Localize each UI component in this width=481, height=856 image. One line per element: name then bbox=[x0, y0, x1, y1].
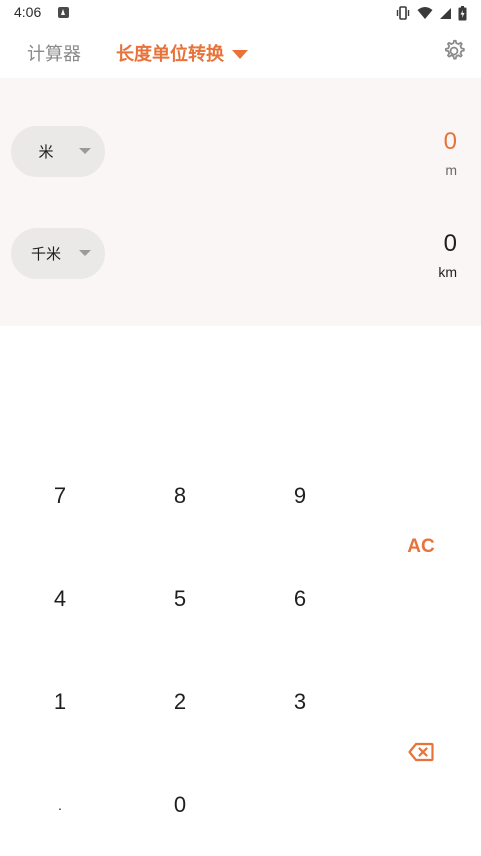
clear-button[interactable]: AC bbox=[381, 517, 461, 577]
key-7[interactable]: 7 bbox=[20, 466, 100, 526]
tab-length-converter-label: 长度单位转换 bbox=[116, 44, 224, 65]
backspace-button[interactable] bbox=[381, 722, 461, 782]
key-4[interactable]: 4 bbox=[20, 569, 100, 629]
to-value[interactable]: 0 bbox=[444, 230, 457, 258]
vibrate-icon bbox=[396, 6, 410, 20]
dropdown-arrow-icon bbox=[79, 148, 91, 154]
to-unit-label: 千米 bbox=[30, 245, 61, 263]
key-2[interactable]: 2 bbox=[140, 672, 220, 732]
status-time: 4:06 bbox=[14, 4, 42, 20]
key-8[interactable]: 8 bbox=[140, 466, 220, 526]
from-unit-abbr: m bbox=[445, 162, 457, 178]
status-icons bbox=[395, 4, 467, 22]
signal-icon bbox=[440, 7, 451, 19]
tab-calculator[interactable]: 计算器 bbox=[27, 40, 81, 66]
key-0[interactable]: 0 bbox=[140, 775, 220, 835]
app-header: 计算器 长度单位转换 bbox=[0, 26, 481, 78]
key-decimal[interactable]: . bbox=[20, 775, 100, 835]
battery-icon bbox=[458, 5, 467, 20]
from-value[interactable]: 0 bbox=[444, 128, 457, 156]
from-unit-select[interactable]: 米 bbox=[11, 126, 105, 177]
key-9[interactable]: 9 bbox=[260, 466, 340, 526]
from-unit-label: 米 bbox=[38, 143, 54, 161]
key-5[interactable]: 5 bbox=[140, 569, 220, 629]
to-unit-abbr: km bbox=[438, 264, 457, 280]
notification-a-icon bbox=[58, 7, 69, 18]
to-unit-row: 千米 0 km bbox=[0, 202, 481, 302]
key-6[interactable]: 6 bbox=[260, 569, 340, 629]
status-bar: 4:06 bbox=[0, 0, 481, 26]
tab-length-converter[interactable]: 长度单位转换 bbox=[116, 40, 248, 66]
caret-down-icon bbox=[232, 49, 248, 59]
key-1[interactable]: 1 bbox=[20, 672, 100, 732]
from-unit-row: 米 0 m bbox=[0, 100, 481, 200]
dropdown-arrow-icon bbox=[79, 250, 91, 256]
gear-icon[interactable] bbox=[441, 38, 467, 64]
conversion-panel: 米 0 m 千米 0 km bbox=[0, 78, 481, 326]
wifi-icon bbox=[417, 7, 433, 19]
key-3[interactable]: 3 bbox=[260, 672, 340, 732]
to-unit-select[interactable]: 千米 bbox=[11, 228, 105, 279]
backspace-icon bbox=[408, 742, 434, 762]
